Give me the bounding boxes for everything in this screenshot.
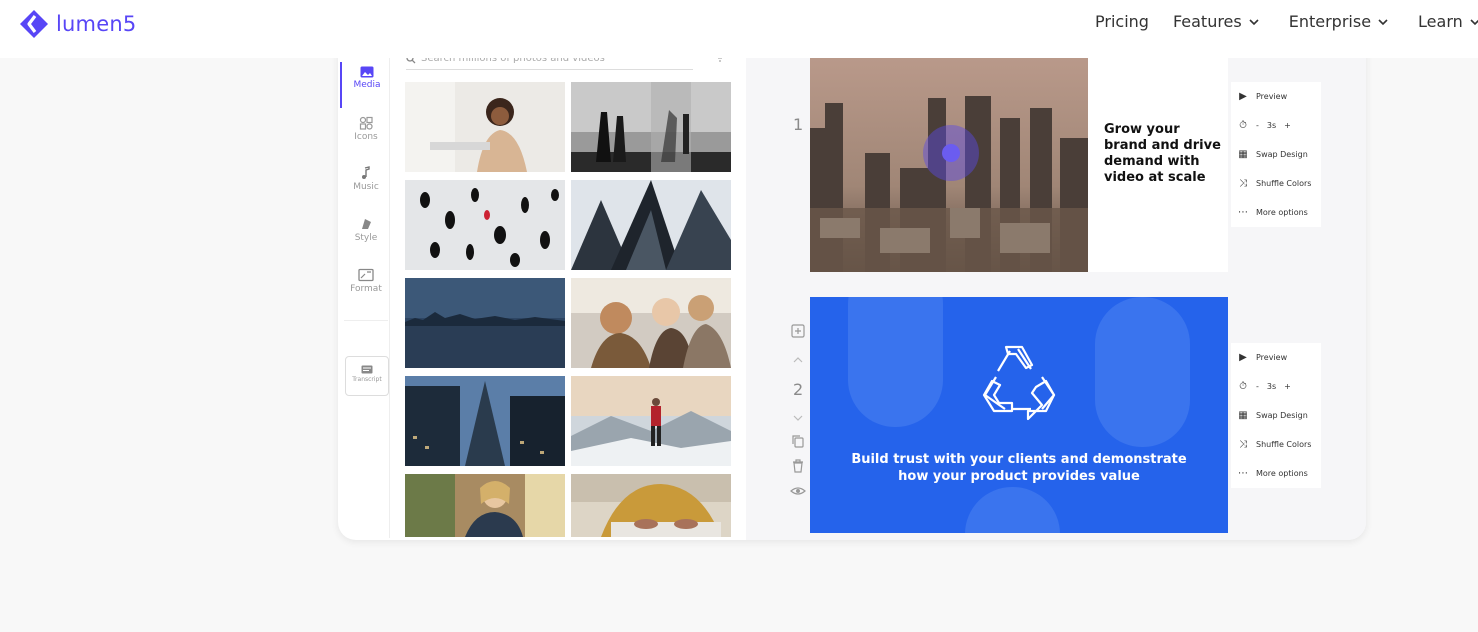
- play-icon: ▶: [1239, 352, 1247, 363]
- slide-1-headline[interactable]: Grow your brand and drive demand with vi…: [1104, 122, 1222, 186]
- aspect-ratio-icon: [358, 268, 374, 282]
- slide-number: 2: [793, 380, 804, 399]
- tool-format-label: Format: [350, 284, 382, 294]
- media-thumb-hiker-mountain[interactable]: [571, 376, 731, 466]
- preview-button[interactable]: ▶ Preview: [1231, 82, 1321, 111]
- duplicate-icon[interactable]: [790, 433, 806, 449]
- ellipsis-icon: ⋯: [1238, 207, 1248, 218]
- media-thumb-friends-laughing[interactable]: [571, 278, 731, 368]
- preview-label: Preview: [1256, 353, 1288, 362]
- shuffle-icon: ⤨: [1239, 439, 1247, 450]
- nav-pricing[interactable]: Pricing: [1095, 12, 1149, 31]
- tool-style[interactable]: Style: [340, 217, 392, 243]
- nav-enterprise[interactable]: Enterprise: [1289, 12, 1389, 31]
- slide-1[interactable]: Grow your brand and drive demand with vi…: [810, 58, 1228, 272]
- recycle-icon: [982, 345, 1056, 421]
- media-thumb-commuters-bw[interactable]: [571, 82, 731, 172]
- lumen5-logo-icon: [20, 10, 48, 38]
- transcript-icon: [361, 365, 373, 374]
- ellipsis-icon: ⋯: [1238, 468, 1248, 479]
- music-note-icon: [362, 166, 370, 179]
- more-options-label: More options: [1256, 469, 1308, 478]
- shuffle-icon: ⤨: [1239, 178, 1247, 189]
- editor-toolbar: Media Icons Music Style Format Transcrip…: [340, 58, 390, 538]
- media-thumb-city-skyline[interactable]: [405, 278, 565, 368]
- top-nav: lumen5 Pricing Features Enterprise Learn: [0, 0, 1478, 58]
- chevron-down-icon: [1249, 18, 1259, 25]
- tool-style-label: Style: [354, 233, 378, 243]
- slide-number: 1: [793, 115, 804, 134]
- preview-button[interactable]: ▶ Preview: [1231, 343, 1321, 372]
- editor-preview: Media Icons Music Style Format Transcrip…: [338, 30, 1366, 540]
- swap-design-label: Swap Design: [1256, 150, 1308, 159]
- play-icon: ▶: [1239, 91, 1247, 102]
- chevron-up-icon[interactable]: [790, 352, 806, 368]
- preview-label: Preview: [1256, 92, 1288, 101]
- slide-2[interactable]: Build trust with your clients and demons…: [810, 297, 1228, 533]
- add-slide-icon[interactable]: [790, 323, 806, 339]
- more-options-button[interactable]: ⋯ More options: [1231, 459, 1321, 488]
- swap-design-button[interactable]: ▦ Swap Design: [1231, 401, 1321, 430]
- chevron-down-icon: [1470, 18, 1478, 25]
- stopwatch-icon: ⏱: [1239, 120, 1247, 131]
- slide-1-city-image: [810, 58, 1088, 272]
- tool-media-label: Media: [353, 80, 381, 90]
- duration-increase-button[interactable]: +: [1284, 382, 1291, 391]
- duration-decrease-button[interactable]: -: [1256, 121, 1259, 130]
- nav-learn[interactable]: Learn: [1418, 12, 1478, 31]
- slide-2-options: ▶ Preview ⏱ -3s + ▦ Swap Design ⤨ Shuffle Col…: [1231, 343, 1321, 488]
- nav-learn-label: Learn: [1418, 12, 1463, 31]
- nav-enterprise-label: Enterprise: [1288, 12, 1372, 31]
- slide-2-headline[interactable]: Build trust with your clients and demons…: [840, 451, 1198, 485]
- duration-value: 3s: [1266, 121, 1277, 130]
- tool-format[interactable]: Format: [340, 268, 392, 294]
- palette-icon: [362, 219, 371, 229]
- tool-icons[interactable]: Icons: [340, 116, 392, 142]
- more-options-button[interactable]: ⋯ More options: [1231, 198, 1321, 227]
- shuffle-colors-label: Shuffle Colors: [1256, 440, 1312, 449]
- nav-pricing-label: Pricing: [1095, 12, 1149, 31]
- nav-features-label: Features: [1172, 12, 1242, 31]
- duration-increase-button[interactable]: +: [1284, 121, 1291, 130]
- stopwatch-icon: ⏱: [1239, 381, 1247, 392]
- brand-logo[interactable]: lumen5: [18, 8, 136, 40]
- duration-control: ⏱ -3s +: [1231, 111, 1321, 140]
- shuffle-colors-button[interactable]: ⤨ Shuffle Colors: [1231, 430, 1321, 459]
- media-thumb-woman-laptop[interactable]: [405, 82, 565, 172]
- shapes-icon: [359, 116, 373, 130]
- tool-media[interactable]: Media: [340, 62, 392, 108]
- duration-decrease-button[interactable]: -: [1256, 382, 1259, 391]
- duration-control: ⏱ -3s +: [1231, 372, 1321, 401]
- chevron-down-icon: [1378, 18, 1388, 25]
- nav-features[interactable]: Features: [1173, 12, 1260, 31]
- tool-icons-label: Icons: [354, 132, 378, 142]
- eye-icon[interactable]: [790, 483, 806, 499]
- brand-name: lumen5: [56, 12, 137, 36]
- swap-design-button[interactable]: ▦ Swap Design: [1231, 140, 1321, 169]
- trash-icon[interactable]: [790, 458, 806, 474]
- transcript-button[interactable]: Transcript: [345, 356, 389, 396]
- shuffle-colors-button[interactable]: ⤨ Shuffle Colors: [1231, 169, 1321, 198]
- transcript-label: Transcript: [352, 376, 382, 383]
- chevron-down-icon[interactable]: [790, 410, 806, 426]
- layout-grid-icon: ▦: [1238, 410, 1248, 421]
- media-thumb-typing-keyboard[interactable]: [571, 474, 731, 537]
- tool-music-label: Music: [353, 182, 379, 192]
- media-thumb-skyscrapers[interactable]: [571, 180, 731, 270]
- duration-value: 3s: [1266, 382, 1277, 391]
- media-thumb-woman-phone[interactable]: [405, 474, 565, 537]
- toolbar-divider: [344, 320, 388, 321]
- media-thumb-crowd-aerial[interactable]: [405, 180, 565, 270]
- slide-2-background: [848, 297, 1190, 533]
- layout-grid-icon: ▦: [1238, 149, 1248, 160]
- swap-design-label: Swap Design: [1256, 411, 1308, 420]
- image-icon: [360, 66, 374, 78]
- slide-1-options: ▶ Preview ⏱ -3s + ▦ Swap Design ⤨ Shuffle Col…: [1231, 82, 1321, 227]
- more-options-label: More options: [1256, 208, 1308, 217]
- media-thumb-glass-towers[interactable]: [405, 376, 565, 466]
- tool-music[interactable]: Music: [340, 166, 392, 192]
- nav-links: Pricing Features Enterprise Learn: [1095, 12, 1478, 31]
- shuffle-colors-label: Shuffle Colors: [1256, 179, 1312, 188]
